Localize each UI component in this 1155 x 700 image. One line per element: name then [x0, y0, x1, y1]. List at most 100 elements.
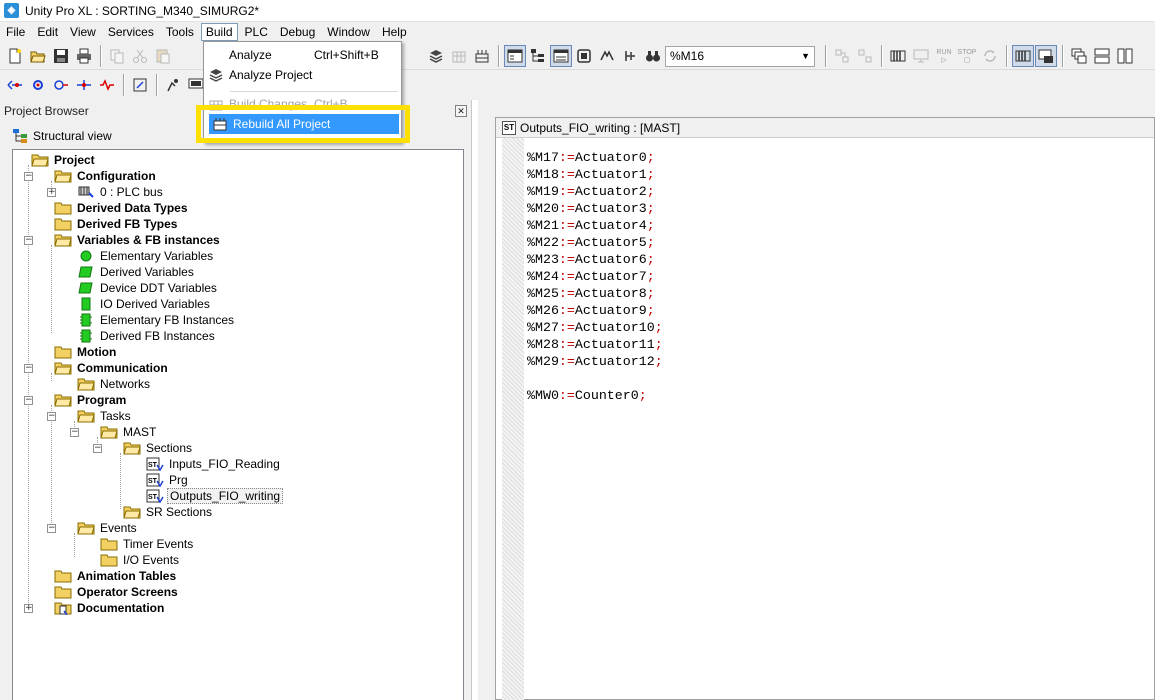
tree-item-program[interactable]: Program — [54, 392, 128, 408]
tree-item-tasks[interactable]: Tasks — [77, 408, 133, 424]
cascade-windows-button[interactable] — [1068, 45, 1090, 67]
collapse-icon[interactable]: − — [24, 236, 33, 245]
standard-mode-button[interactable] — [1035, 45, 1057, 67]
simulator-mode-button[interactable] — [1012, 45, 1034, 67]
collapse-icon[interactable]: − — [24, 396, 33, 405]
find-button[interactable] — [642, 45, 664, 67]
menu-window[interactable]: Window — [321, 23, 376, 41]
tree-item-timer-events[interactable]: Timer Events — [100, 536, 195, 552]
menu-edit[interactable]: Edit — [31, 23, 64, 41]
menu-view[interactable]: View — [64, 23, 102, 41]
tree-item-variables-fb-instances[interactable]: Variables & FB instances — [54, 232, 222, 248]
open-project-button[interactable] — [27, 45, 49, 67]
address-combo[interactable]: %M16 ▼ — [665, 45, 815, 67]
tree-item-prg[interactable]: ST Prg — [146, 472, 190, 488]
project-browser-toggle[interactable] — [504, 45, 526, 67]
tree-item-elementary-fb-instances[interactable]: Elementary FB Instances — [77, 312, 236, 328]
code-line[interactable]: %MW0:=Counter0; — [527, 387, 663, 404]
menu-plc[interactable]: PLC — [239, 23, 274, 41]
code-line[interactable]: %M28:=Actuator11; — [527, 336, 663, 353]
menu-tools[interactable]: Tools — [160, 23, 200, 41]
code-line[interactable]: %M17:=Actuator0; — [527, 149, 663, 166]
code-line[interactable]: %M22:=Actuator5; — [527, 234, 663, 251]
menu-item-analyze[interactable]: Analyze Ctrl+Shift+B — [205, 45, 400, 65]
tree-item-sections[interactable]: Sections — [123, 440, 194, 456]
menu-debug[interactable]: Debug — [274, 23, 321, 41]
tree-item-derived-data-types[interactable]: Derived Data Types — [54, 200, 190, 216]
tree-item-io-derived-variables[interactable]: IO Derived Variables — [77, 296, 212, 312]
tree-item-outputs-fio-writing[interactable]: ST Outputs_FIO_writing — [146, 488, 284, 504]
code-editor[interactable]: %M17:=Actuator0; %M18:=Actuator1; %M19:=Ac… — [527, 149, 663, 404]
collapse-icon[interactable]: − — [47, 524, 56, 533]
menu-item-build-changes[interactable]: Build Changes Ctrl+B — [205, 94, 400, 114]
cut-button[interactable] — [129, 45, 151, 67]
zoom-button[interactable] — [129, 74, 151, 96]
paste-button[interactable] — [152, 45, 174, 67]
tree-item-plc-bus[interactable]: 0 : PLC bus — [77, 184, 165, 200]
tree-item-configuration[interactable]: Configuration — [54, 168, 158, 184]
build-disabled-button[interactable] — [448, 45, 470, 67]
undo-button[interactable] — [175, 45, 189, 67]
build-stack-button[interactable] — [425, 45, 447, 67]
tree-item-derived-fb-types[interactable]: Derived FB Types — [54, 216, 179, 232]
settings-button[interactable] — [27, 74, 49, 96]
menu-item-analyze-project[interactable]: Analyze Project — [205, 65, 400, 85]
plc-screen-button[interactable] — [910, 45, 932, 67]
data-editor-button[interactable] — [573, 45, 595, 67]
menu-file[interactable]: File — [0, 23, 31, 41]
tree-item-project[interactable]: Project — [31, 152, 97, 168]
close-icon[interactable]: ✕ — [455, 105, 467, 117]
code-line[interactable]: %M18:=Actuator1; — [527, 166, 663, 183]
code-line[interactable]: %M23:=Actuator6; — [527, 251, 663, 268]
collapse-icon[interactable]: − — [47, 412, 56, 421]
menu-help[interactable]: Help — [376, 23, 413, 41]
rebuild-toolbar-button[interactable] — [471, 45, 493, 67]
pulse-button[interactable] — [96, 74, 118, 96]
disconnect-button[interactable] — [854, 45, 876, 67]
tree-item-derived-fb-instances[interactable]: Derived FB Instances — [77, 328, 217, 344]
tree-item-motion[interactable]: Motion — [54, 344, 118, 360]
tree-item-communication[interactable]: Communication — [54, 360, 170, 376]
run-button[interactable]: RUN ▷ — [933, 45, 955, 67]
io-objects-button[interactable] — [596, 45, 618, 67]
tree-item-operator-screens[interactable]: Operator Screens — [54, 584, 180, 600]
tree-view-button[interactable] — [527, 45, 549, 67]
tree-item-networks[interactable]: Networks — [77, 376, 152, 392]
menu-build[interactable]: Build — [200, 23, 238, 41]
stop-button[interactable]: STOP ▢ — [956, 45, 978, 67]
link-button[interactable] — [4, 74, 26, 96]
connect-button[interactable] — [831, 45, 853, 67]
code-line[interactable]: %M19:=Actuator2; — [527, 183, 663, 200]
expand-icon[interactable]: + — [24, 604, 33, 613]
code-line[interactable]: %M24:=Actuator7; — [527, 268, 663, 285]
tree-item-animation-tables[interactable]: Animation Tables — [54, 568, 178, 584]
save-button[interactable] — [50, 45, 72, 67]
code-line[interactable]: %M25:=Actuator8; — [527, 285, 663, 302]
code-line[interactable]: %M20:=Actuator3; — [527, 200, 663, 217]
variables-button[interactable] — [619, 45, 641, 67]
collapse-icon[interactable]: − — [93, 444, 102, 453]
code-line[interactable]: %M26:=Actuator9; — [527, 302, 663, 319]
output-window-toggle[interactable] — [550, 45, 572, 67]
tree-item-inputs-fio-reading[interactable]: ST Inputs_FIO_Reading — [146, 456, 282, 472]
new-project-button[interactable] — [4, 45, 26, 67]
code-line[interactable]: %M21:=Actuator4; — [527, 217, 663, 234]
code-line[interactable]: %M27:=Actuator10; — [527, 319, 663, 336]
collapse-icon[interactable]: − — [24, 364, 33, 373]
tree-item-derived-variables[interactable]: Derived Variables — [77, 264, 196, 280]
tree-item-documentation[interactable]: Documentation — [54, 600, 166, 616]
tree-item-sr-sections[interactable]: SR Sections — [123, 504, 214, 520]
tree-item-device-ddt-variables[interactable]: Device DDT Variables — [77, 280, 219, 296]
structural-view-selector[interactable]: Structural view — [12, 125, 112, 147]
animation-button[interactable] — [50, 74, 72, 96]
tree-item-events[interactable]: Events — [77, 520, 139, 536]
plc-transfer-button[interactable] — [887, 45, 909, 67]
copy-button[interactable] — [106, 45, 128, 67]
expand-icon[interactable]: + — [47, 188, 56, 197]
print-button[interactable] — [73, 45, 95, 67]
tile-horizontal-button[interactable] — [1091, 45, 1113, 67]
signal-button[interactable] — [73, 74, 95, 96]
tree-item-mast[interactable]: MAST — [100, 424, 158, 440]
tile-vertical-button[interactable] — [1114, 45, 1136, 67]
menu-item-rebuild-all-project[interactable]: Rebuild All Project — [209, 114, 399, 134]
